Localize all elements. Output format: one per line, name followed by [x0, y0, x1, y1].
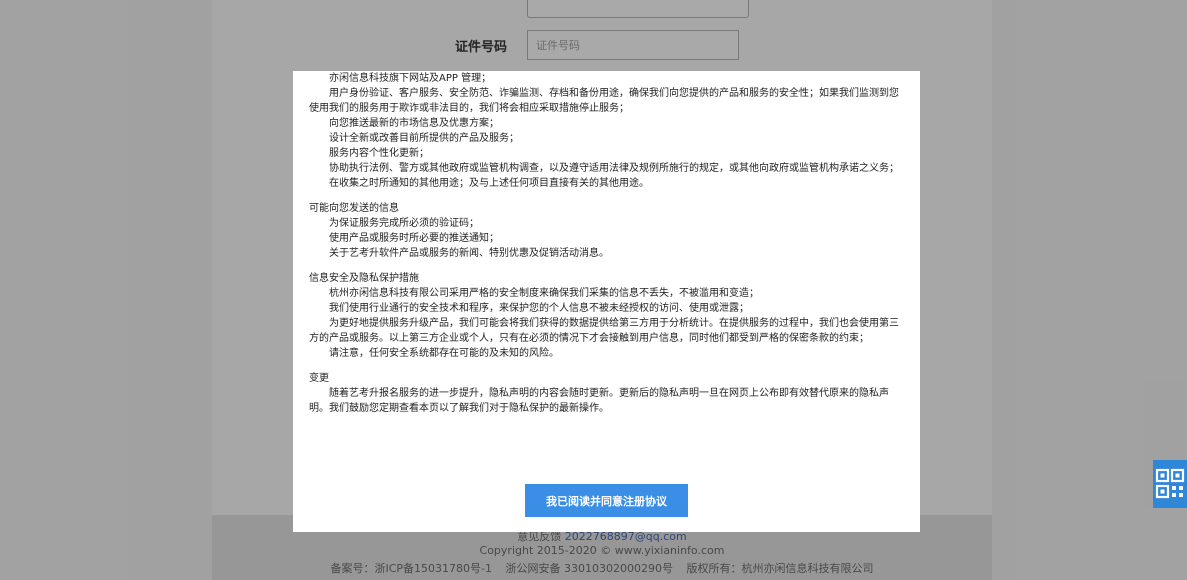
- agreement-item: 随着艺考升报名服务的进一步提升，隐私声明的内容会随时更新。更新后的隐私声明一旦在…: [309, 388, 889, 414]
- agreement-item: 服务内容个性化更新；: [329, 148, 429, 159]
- section-title: 信息安全及隐私保护措施: [309, 273, 419, 284]
- agreement-item: 杭州亦闲信息科技有限公司采用严格的安全制度来确保我们采集的信息不丢失，不被滥用和…: [329, 288, 759, 299]
- agreement-item: 为保证服务完成所必须的验证码；: [329, 218, 479, 229]
- agreement-item: 协助执行法例、警方或其他政府或监管机构调查，以及遵守适用法律及规例所施行的规定，…: [329, 163, 899, 174]
- section-title: 变更: [309, 373, 329, 384]
- agreement-item: 使用产品或服务时所必要的推送通知；: [329, 233, 499, 244]
- agreement-item: 向您推送最新的市场信息及优惠方案；: [329, 118, 499, 129]
- privacy-agreement-modal: 亦闲信息科技旗下网站及APP 管理； 用户身份验证、客户服务、安全防范、诈骗监测、…: [293, 71, 920, 532]
- agreement-item: 亦闲信息科技旗下网站及APP 管理；: [329, 73, 492, 84]
- agreement-item: 关于艺考升软件产品或服务的新闻、特别优惠及促销活动消息。: [329, 248, 609, 259]
- side-qr-widget[interactable]: [1153, 460, 1187, 508]
- agreement-item: 我们使用行业通行的安全技术和程序，来保护您的个人信息不被未经授权的访问、使用或泄…: [329, 303, 749, 314]
- agreement-item: 设计全新或改善目前所提供的产品及服务；: [329, 133, 519, 144]
- agreement-item: 请注意，任何安全系统都存在可能的及未知的风险。: [329, 348, 559, 359]
- agree-button[interactable]: 我已阅读并同意注册协议: [525, 484, 688, 517]
- agreement-item: 在收集之时所通知的其他用途；及与上述任何项目直接有关的其他用途。: [329, 178, 649, 189]
- agree-button-container: 我已阅读并同意注册协议: [293, 484, 920, 517]
- qr-code-icon: [1155, 468, 1185, 499]
- section-title: 可能向您发送的信息: [309, 203, 399, 214]
- agreement-item: 为更好地提供服务升级产品，我们可能会将我们获得的数据提供给第三方用于分析统计。在…: [309, 318, 899, 344]
- agreement-text: 亦闲信息科技旗下网站及APP 管理； 用户身份验证、客户服务、安全防范、诈骗监测、…: [309, 71, 906, 472]
- agreement-item: 用户身份验证、客户服务、安全防范、诈骗监测、存档和备份用途，确保我们向您提供的产…: [309, 88, 899, 114]
